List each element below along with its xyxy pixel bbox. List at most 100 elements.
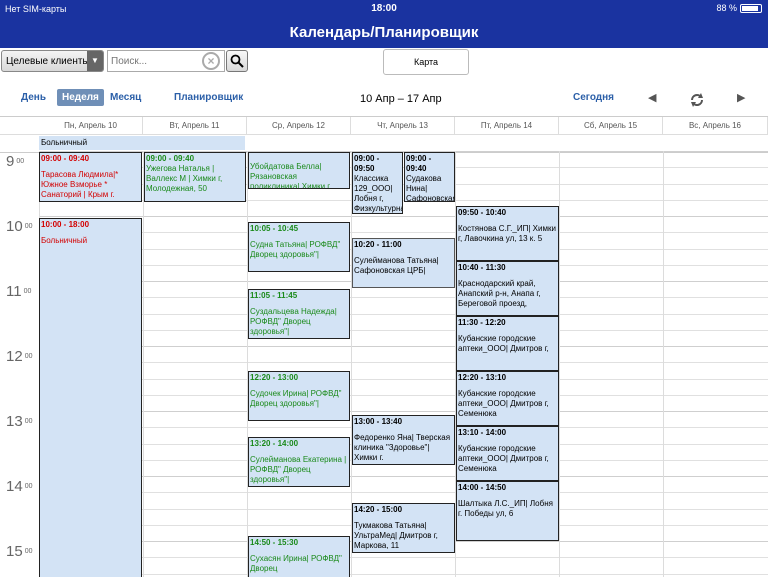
calendar-event[interactable]: 09:00 - 09:40 Судакова Нина| Сафоновская [404, 152, 455, 202]
calendar-event[interactable]: 10:05 - 10:45 Судна Татьяна| РОФВД" Двор… [248, 222, 350, 272]
calendar-event[interactable]: 14:50 - 15:30 Сухасян Ирина| РОФВД" Двор… [248, 536, 350, 577]
event-time: 12:20 - 13:10 [458, 373, 507, 382]
event-time: 11:05 - 11:45 [250, 291, 298, 300]
calendar-event[interactable]: 10:20 - 11:00 Сулейманова Татьяна| Сафон… [352, 238, 455, 288]
event-time: 11:30 - 12:20 [458, 318, 506, 327]
column-divider [247, 151, 248, 577]
refresh-icon[interactable] [689, 92, 705, 108]
calendar-event[interactable]: 09:00 - 09:40 Ужегова Наталья | Валлекс … [144, 152, 246, 202]
all-day-event[interactable]: Больничный [39, 136, 245, 150]
event-details: Ужегова Наталья | Валлекс М | Химки г, М… [146, 164, 223, 193]
client-filter-select[interactable]: Целевые клиенть ▼ [1, 50, 104, 72]
minute-value: 00 [24, 483, 33, 490]
hour-label-12: 12 00 [6, 348, 32, 365]
event-time: 09:50 - 10:40 [458, 208, 507, 217]
next-week-icon[interactable]: ▶ [737, 91, 745, 104]
event-details: Классика 129_ООО| Лобня г, Физкультурная [354, 174, 402, 213]
calendar-event[interactable]: 09:50 - 10:40 Костянова С.Г._ИП| Химки г… [456, 206, 559, 261]
battery-icon [740, 3, 762, 13]
grid-line [39, 557, 768, 558]
calendar-event[interactable]: 13:10 - 14:00 Кубанские городские аптеки… [456, 426, 559, 481]
event-time: 10:20 - 11:00 [354, 240, 402, 249]
event-details: Костянова С.Г._ИП| Химки г, Лавочкина ул… [458, 224, 556, 243]
day-view-tab[interactable]: День [21, 92, 46, 103]
page-title: Календарь/Планировщик [0, 18, 768, 48]
clock: 18:00 [371, 3, 397, 14]
time-grid: 9 00 10 00 11 00 12 00 13 00 14 00 15 00 09:00 … [0, 151, 768, 577]
calendar-event[interactable]: Убойдатова Белла| Рязановская поликлиник… [248, 152, 350, 189]
hour-label-10: 10 00 [6, 218, 32, 235]
event-details: Больничный [41, 236, 88, 245]
calendar-event[interactable]: 14:00 - 14:50 Шалтыка Л.С._ИП| Лобня г. … [456, 481, 559, 541]
calendar-event[interactable]: 10:00 - 18:00 Больничный [39, 218, 142, 577]
event-details: Судакова Нина| Сафоновская [406, 174, 455, 202]
event-time: 12:20 - 13:00 [250, 373, 299, 382]
hour-value: 13 [6, 413, 23, 430]
day-header-sat[interactable]: Сб, Апрель 15 [559, 117, 663, 134]
hour-line [39, 346, 768, 347]
calendar-event[interactable]: 09:00 - 09:40 Тарасова Людмила|* Южное В… [39, 152, 142, 202]
event-time: 13:20 - 14:00 [250, 439, 299, 448]
calendar-event[interactable]: 10:40 - 11:30 Краснодарский край, Анапск… [456, 261, 559, 316]
day-header-wed[interactable]: Ср, Апрель 12 [247, 117, 351, 134]
event-time: 13:00 - 13:40 [354, 417, 403, 426]
calendar-event[interactable]: 13:20 - 14:00 Сулейманова Екатерина |РОФ… [248, 437, 350, 487]
calendar-event[interactable]: 09:00 - 09:50 Классика 129_ООО| Лобня г,… [352, 152, 403, 214]
event-details: Шалтыка Л.С._ИП| Лобня г. Победы ул, 6 [458, 499, 553, 518]
month-view-tab[interactable]: Месяц [110, 92, 141, 103]
minute-value: 00 [24, 418, 33, 425]
event-time: 10:40 - 11:30 [458, 263, 506, 272]
grid-line [39, 297, 768, 298]
event-details: Суздальцева Надежда|РОФВД" Дворец здоров… [250, 307, 337, 336]
calendar-event[interactable]: 11:30 - 12:20 Кубанские городские аптеки… [456, 316, 559, 371]
calendar-event[interactable]: 12:20 - 13:00 Судочек Ирина| РОФВД" Двор… [248, 371, 350, 421]
event-details: Убойдатова Белла| Рязановская поликлиник… [250, 162, 332, 189]
event-details: Тукмакова Татьяна| УльтраМед| Дмитров г,… [354, 521, 438, 550]
hour-value: 15 [6, 543, 23, 560]
calendar-event[interactable]: 13:00 - 13:40 Федоренко Яна| Тверская кл… [352, 415, 455, 465]
search-button[interactable] [226, 50, 248, 72]
planner-view-tab[interactable]: Планировщик [174, 92, 243, 103]
hour-value: 10 [6, 218, 23, 235]
event-details: Сулейманова Екатерина |РОФВД" Дворец здо… [250, 455, 347, 484]
event-time: 09:00 - 09:40 [146, 154, 195, 163]
hour-label-14: 14 00 [6, 478, 32, 495]
event-time: 14:20 - 15:00 [354, 505, 403, 514]
hour-label-13: 13 00 [6, 413, 32, 430]
calendar-event[interactable]: 12:20 - 13:10 Кубанские городские аптеки… [456, 371, 559, 426]
day-header-tue[interactable]: Вт, Апрель 11 [143, 117, 247, 134]
hour-label-15: 15 00 [6, 543, 32, 560]
battery-indicator: 88 % [716, 3, 762, 13]
calendar-event[interactable]: 14:20 - 15:00 Тукмакова Татьяна| УльтраМ… [352, 503, 455, 553]
week-view-tab[interactable]: Неделя [57, 89, 104, 106]
dropdown-arrow-icon: ▼ [87, 51, 103, 71]
column-divider [559, 151, 560, 577]
status-bar: Нет SIM-карты 18:00 88 % [0, 0, 768, 18]
event-details: Кубанские городские аптеки_ООО| Дмитров … [458, 334, 549, 353]
calendar-event[interactable]: 11:05 - 11:45 Суздальцева Надежда|РОФВД"… [248, 289, 350, 339]
grid-line [39, 395, 768, 396]
grid-line [39, 379, 768, 380]
day-header-sun[interactable]: Вс, Апрель 16 [663, 117, 768, 134]
grid-line [39, 330, 768, 331]
minute-value: 00 [24, 223, 33, 230]
previous-week-icon[interactable]: ◀ [648, 91, 656, 104]
day-header-mon[interactable]: Пн, Апрель 10 [39, 117, 143, 134]
hour-value: 9 [6, 153, 15, 170]
battery-percent: 88 % [716, 3, 737, 13]
event-details: Федоренко Яна| Тверская клиника "Здоровь… [354, 433, 451, 462]
day-header-thu[interactable]: Чт, Апрель 13 [351, 117, 455, 134]
clear-search-icon[interactable]: × [202, 52, 220, 70]
event-time: 13:10 - 14:00 [458, 428, 507, 437]
event-time: 09:00 - 09:40 [41, 154, 90, 163]
hour-value: 12 [6, 348, 23, 365]
event-time: 09:00 - 09:40 [406, 154, 432, 173]
event-details: Сухасян Ирина| РОФВД" Дворец [250, 554, 342, 573]
minute-value: 00 [24, 548, 33, 555]
event-details: Кубанские городские аптеки_ООО| Дмитров … [458, 444, 549, 473]
today-button[interactable]: Сегодня [573, 92, 614, 103]
event-time: 10:00 - 18:00 [41, 220, 90, 229]
map-button[interactable]: Карта [383, 49, 469, 75]
day-header-fri[interactable]: Пт, Апрель 14 [455, 117, 559, 134]
event-details: Судна Татьяна| РОФВД" Дворец здоровья"| [250, 240, 341, 259]
